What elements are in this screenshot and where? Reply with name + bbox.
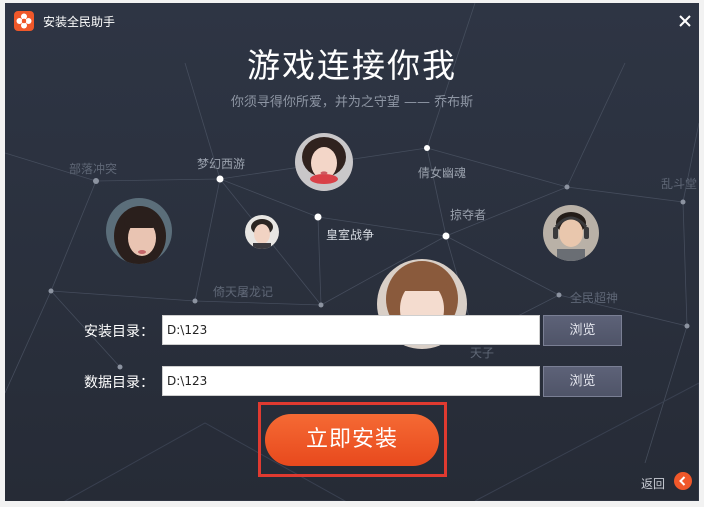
back-link[interactable]: 返回 [641, 475, 665, 492]
game-label: 部落冲突 [69, 162, 118, 176]
game-label: 梦幻西游 [197, 157, 246, 171]
back-arrow-icon[interactable] [674, 472, 692, 490]
player-avatar [543, 205, 599, 261]
game-label: 乱斗堂 [661, 177, 698, 191]
player-avatar [245, 215, 279, 249]
game-label: 全民超神 [570, 291, 619, 305]
data-dir-browse-button[interactable]: 浏览 [543, 366, 622, 397]
player-avatar [295, 133, 353, 191]
window-title: 安装全民助手 [43, 15, 116, 29]
game-label: 倩女幽魂 [418, 166, 467, 180]
install-dir-browse-button[interactable]: 浏览 [543, 315, 622, 346]
game-label: 倚天屠龙记 [213, 285, 274, 299]
app-logo-icon [14, 11, 34, 31]
install-now-button[interactable]: 立即安装 [265, 414, 439, 466]
install-dir-input[interactable] [162, 315, 540, 345]
game-label: 掠夺者 [450, 208, 487, 222]
player-avatar [106, 198, 172, 264]
game-label: 皇室战争 [326, 228, 375, 242]
data-dir-label: 数据目录： [84, 375, 154, 391]
data-dir-input[interactable] [162, 366, 540, 396]
installer-window: 安装全民助手 游戏连接你我 你须寻得你所爱，并为之守望 —— 乔布斯 部落冲突 … [5, 3, 699, 501]
headline: 游戏连接你我 [247, 46, 457, 85]
game-label: 天子 [470, 346, 495, 360]
quote-subtitle: 你须寻得你所爱，并为之守望 —— 乔布斯 [230, 95, 474, 110]
close-icon[interactable] [675, 11, 695, 31]
install-dir-label: 安装目录： [84, 324, 154, 340]
